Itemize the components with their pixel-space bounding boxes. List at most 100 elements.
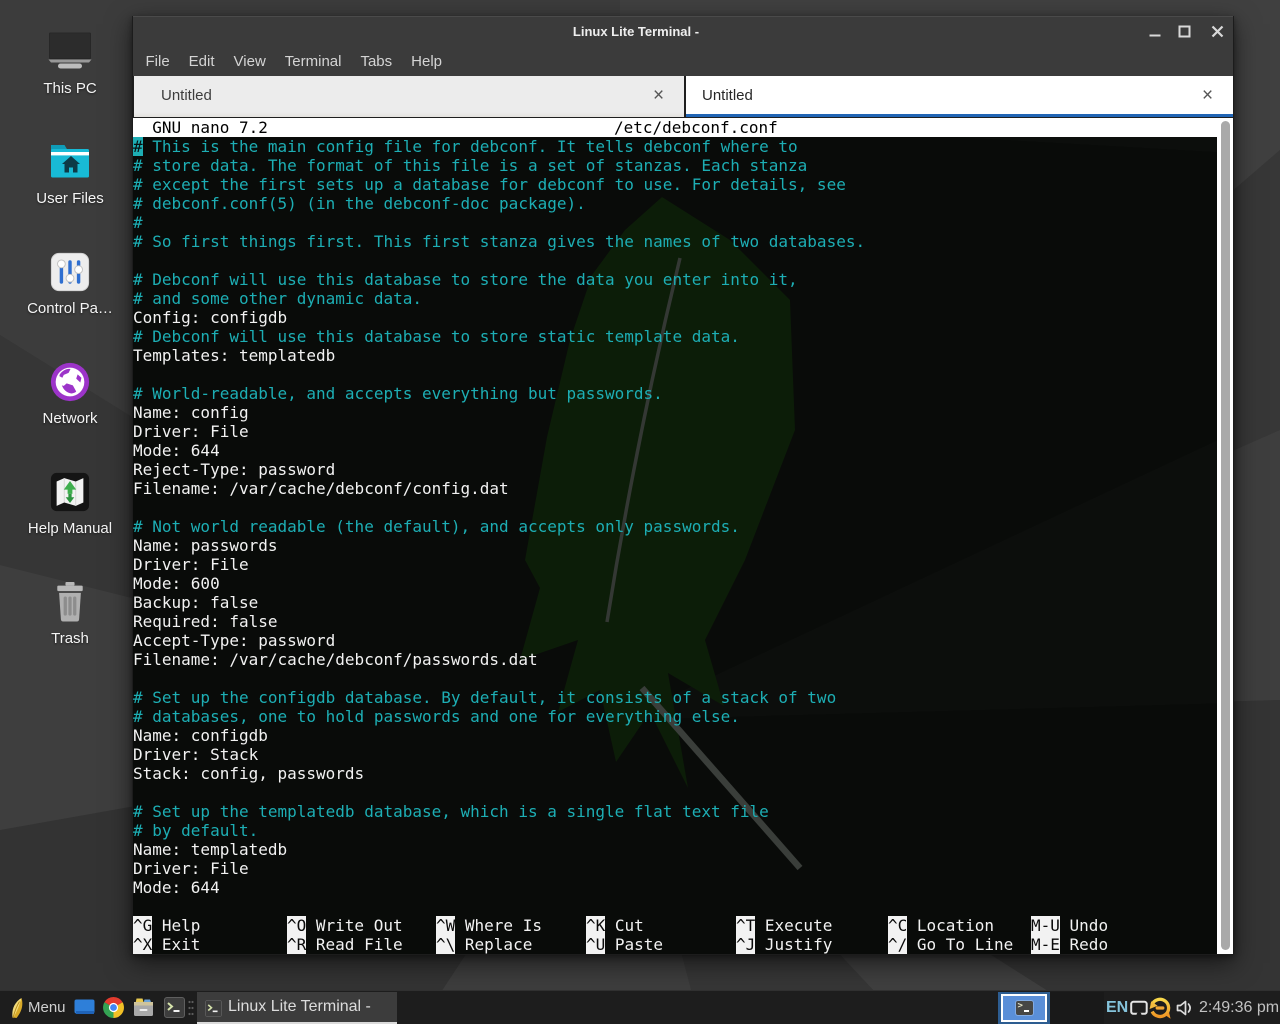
minimize-icon	[1149, 26, 1161, 38]
network-icon	[22, 357, 118, 407]
nano-shortcut-execute: ^T Execute	[736, 916, 832, 935]
tab-close-icon[interactable]: ×	[649, 86, 668, 105]
nano-line: Mode: 644	[133, 441, 1217, 460]
nano-line: Mode: 644	[133, 878, 1217, 897]
nano-line: # except the first sets up a database fo…	[133, 175, 1217, 194]
help-manual-icon	[22, 467, 118, 517]
speaker-icon	[1176, 1000, 1195, 1016]
nano-line: Driver: File	[133, 859, 1217, 878]
menu-terminal[interactable]: Terminal	[275, 50, 351, 73]
tab-untitled-1[interactable]: Untitled ×	[134, 76, 684, 117]
menu-tabs[interactable]: Tabs	[351, 50, 402, 73]
nano-line: Templates: templatedb	[133, 346, 1217, 365]
nano-shortcut-key: ^G	[133, 916, 152, 935]
nano-shortcut-key: ^C	[888, 916, 907, 935]
nano-line	[133, 498, 1217, 517]
nano-shortcut-undo: M-U Undo	[1031, 916, 1108, 935]
terminal-screen[interactable]: GNU nano 7.2/etc/debconf.conf# This is t…	[133, 118, 1233, 954]
desktop-icon-label: This PC	[22, 80, 118, 97]
nano-line: # World-readable, and accepts everything…	[133, 384, 1217, 403]
menu-button[interactable]: Menu	[28, 991, 66, 1024]
desktop-icon-trash[interactable]: Trash	[22, 577, 118, 647]
nano-line: # Debconf will use this database to stor…	[133, 270, 1217, 289]
task-button-terminal[interactable]: Linux Lite Terminal -	[197, 992, 397, 1024]
nano-line: # store data. The format of this file is…	[133, 156, 1217, 175]
tab-close-icon[interactable]: ×	[1198, 86, 1217, 105]
window-titlebar[interactable]: Linux Lite Terminal -	[133, 16, 1233, 47]
workspace-1[interactable]	[1001, 994, 1047, 1022]
linux-lite-feather-icon	[6, 997, 26, 1019]
nano-shortcut-key: ^K	[586, 916, 605, 935]
terminal-icon	[164, 997, 185, 1018]
scrollbar-thumb[interactable]	[1221, 121, 1230, 950]
nano-line: # Set up the templatedb database, which …	[133, 802, 1217, 821]
taskbar: Menu Linux Lite Terminal - EN	[0, 990, 1280, 1024]
workspace-switcher-active[interactable]	[998, 992, 1050, 1024]
display-tray-icon[interactable]	[1129, 991, 1149, 1024]
nano-shortcut-help: ^G Help	[133, 916, 200, 935]
nano-shortcut-justify: ^J Justify	[736, 935, 832, 954]
nano-shortcut-write-out: ^O Write Out	[287, 916, 403, 935]
file-cabinet-icon	[133, 998, 154, 1017]
nano-line	[133, 783, 1217, 802]
menu-button-feather-icon[interactable]	[5, 991, 27, 1024]
nano-line: # Debconf will use this database to stor…	[133, 327, 1217, 346]
desktop-icon-user-files[interactable]: User Files	[22, 137, 118, 207]
close-button[interactable]	[1204, 16, 1230, 47]
nano-line: # databases, one to hold passwords and o…	[133, 707, 1217, 726]
maximize-button[interactable]	[1171, 16, 1197, 47]
terminal-launcher[interactable]	[162, 991, 186, 1024]
show-desktop-icon	[74, 999, 95, 1016]
nano-line: Reject-Type: password	[133, 460, 1217, 479]
nano-line: Filename: /var/cache/debconf/passwords.d…	[133, 650, 1217, 669]
nano-shortcut-location: ^C Location	[888, 916, 994, 935]
menu-view[interactable]: View	[224, 50, 275, 73]
taskbar-grip[interactable]	[188, 999, 194, 1017]
nano-header: GNU nano 7.2/etc/debconf.conf	[133, 118, 1217, 137]
desktop-icon-this-pc[interactable]: This PC	[22, 27, 118, 97]
nano-line: #	[133, 213, 1217, 232]
desktop-icon-help-manual[interactable]: Help Manual	[22, 467, 118, 537]
tab-label: Untitled	[161, 76, 212, 115]
menu-edit[interactable]: Edit	[179, 50, 224, 73]
nano-shortcut-key: ^X	[133, 935, 152, 954]
nano-line: Name: config	[133, 403, 1217, 422]
updates-tray-icon[interactable]	[1147, 991, 1173, 1024]
volume-tray-icon[interactable]	[1174, 991, 1196, 1024]
desktop-icon-control-pa-[interactable]: Control Pa…	[22, 247, 118, 317]
nano-shortcut-key: ^/	[888, 935, 907, 954]
display-icon	[1130, 1000, 1148, 1016]
menu-file[interactable]: File	[136, 50, 179, 73]
menu-help[interactable]: Help	[402, 50, 452, 73]
chrome-launcher[interactable]	[101, 991, 125, 1024]
nano-version: GNU nano 7.2	[133, 118, 268, 137]
clock[interactable]: 2:49:36 pm	[1199, 991, 1279, 1024]
nano-line: Required: false	[133, 612, 1217, 631]
workspace-window-preview	[1016, 1001, 1033, 1015]
nano-shortcut-replace: ^\ Replace	[436, 935, 532, 954]
tab-untitled-2[interactable]: Untitled ×	[686, 76, 1233, 117]
nano-shortcut-cut: ^K Cut	[586, 916, 644, 935]
nano-line: Backup: false	[133, 593, 1217, 612]
tab-bar: Untitled × Untitled ×	[133, 76, 1233, 118]
minimize-button[interactable]	[1142, 16, 1168, 47]
nano-line: # and some other dynamic data.	[133, 289, 1217, 308]
menu-bar: FileEditViewTerminalTabsHelp	[133, 47, 1233, 76]
terminal-scrollbar[interactable]	[1217, 118, 1233, 954]
nano-shortcut-key: M-E	[1031, 935, 1060, 954]
workspace-2[interactable]	[1050, 992, 1104, 1024]
desktop-icon-network[interactable]: Network	[22, 357, 118, 427]
nano-shortcut-row: ^X Exit^R Read File^\ Replace^U Paste^J …	[133, 935, 1217, 954]
file-manager-launcher[interactable]	[131, 991, 155, 1024]
desktop: This PC User Files Control Pa… Network Help …	[0, 0, 1280, 1024]
desktop-icon-label: Help Manual	[22, 520, 118, 537]
chrome-icon	[103, 997, 124, 1018]
nano-line: Mode: 600	[133, 574, 1217, 593]
show-desktop-button[interactable]	[72, 991, 96, 1024]
nano-shortcut-paste: ^U Paste	[586, 935, 663, 954]
nano-shortcut-where-is: ^W Where Is	[436, 916, 542, 935]
nano-shortcut-exit: ^X Exit	[133, 935, 200, 954]
keyboard-layout-indicator[interactable]: EN	[1106, 991, 1128, 1024]
task-button-terminal-icon	[203, 992, 223, 1024]
trash-icon	[22, 577, 118, 627]
